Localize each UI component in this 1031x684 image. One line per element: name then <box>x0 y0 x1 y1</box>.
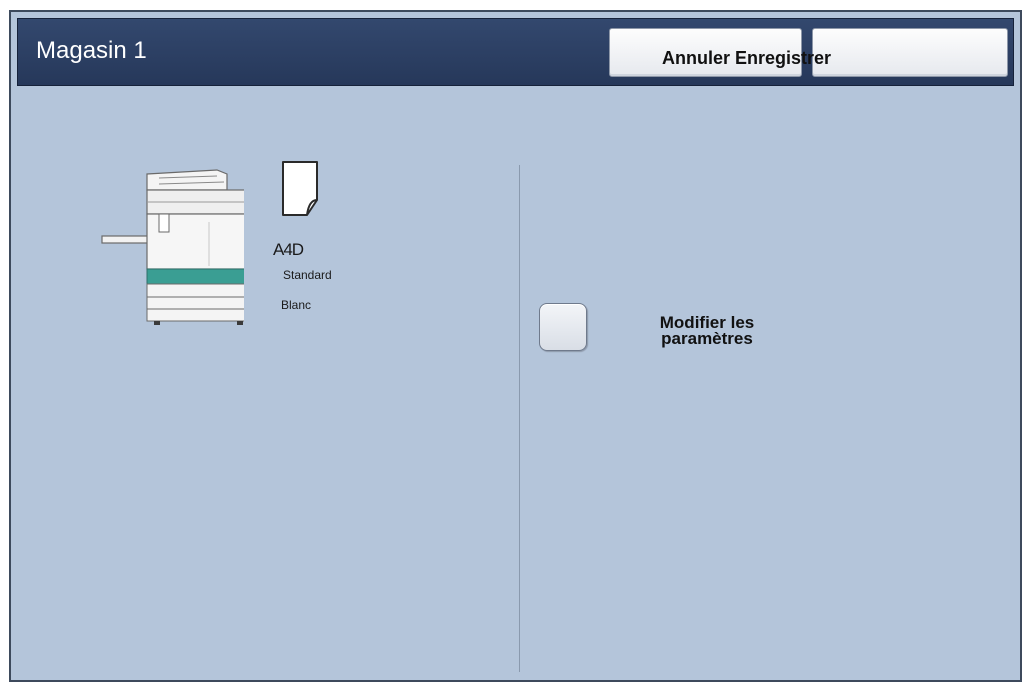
page-title: Magasin 1 <box>36 37 147 64</box>
paper-sheet-icon <box>282 161 318 216</box>
printer-icon <box>101 169 244 325</box>
paper-color-label: Blanc <box>281 298 312 312</box>
title-bar: Magasin 1 Annuler Enregistrer <box>17 18 1014 86</box>
paper-type-label: Standard <box>283 268 332 282</box>
panel-divider <box>519 165 520 672</box>
tray-settings-screen: Magasin 1 Annuler Enregistrer A4D Standa… <box>9 10 1022 682</box>
save-button[interactable] <box>812 28 1008 77</box>
modify-settings-label-line2: paramètres <box>661 329 753 348</box>
modify-settings-checkbox[interactable] <box>539 303 587 351</box>
modify-settings-label: Modifier les paramètres <box>627 314 787 348</box>
cancel-button[interactable] <box>609 28 802 77</box>
paper-size-label: A4D <box>273 240 304 259</box>
